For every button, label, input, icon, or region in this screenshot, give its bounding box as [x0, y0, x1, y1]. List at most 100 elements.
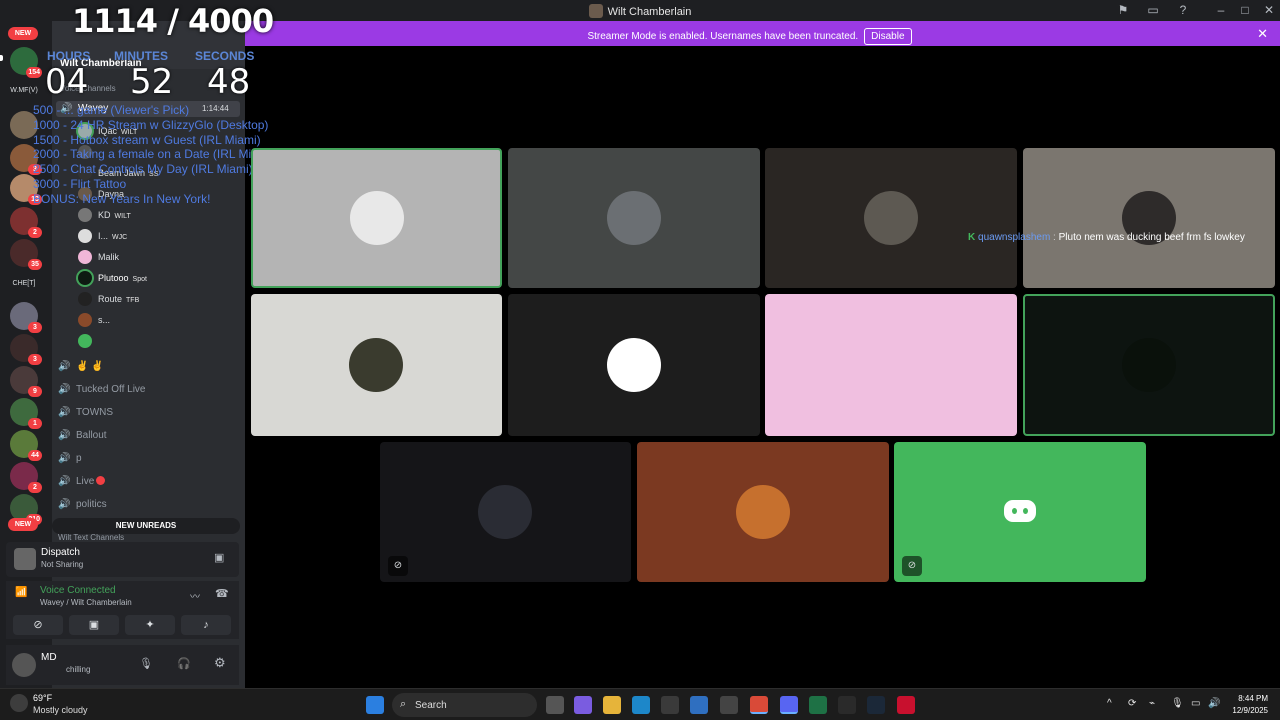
sync-icon[interactable]: ⟳ — [1128, 698, 1136, 709]
video-tile[interactable] — [1023, 148, 1275, 288]
show-hidden-icons-icon[interactable]: ^ — [1107, 698, 1112, 709]
activities-button[interactable]: ✦ — [125, 615, 175, 635]
weather-temp[interactable]: 69°F — [33, 693, 52, 703]
video-tile[interactable] — [1023, 294, 1275, 436]
network-icon[interactable]: ⌁ — [1149, 698, 1155, 709]
server-text-icon[interactable]: CHE[T] — [6, 280, 42, 287]
discord-icon[interactable] — [780, 696, 798, 714]
video-tile[interactable]: ⊘ — [380, 442, 631, 582]
participant-avatar — [478, 485, 532, 539]
soundboard-button[interactable]: ♪ — [181, 615, 231, 635]
voice-channel[interactable]: 🔊 Ballout — [58, 430, 238, 450]
speaker-icon: 🔊 — [58, 407, 71, 418]
disconnect-icon[interactable]: ☎ — [215, 587, 229, 600]
windows-start-icon[interactable] — [366, 696, 384, 714]
headphones-icon[interactable]: 🎧 — [177, 657, 191, 670]
inbox-flag-icon[interactable]: ⚑ — [1116, 3, 1130, 17]
settings-gear-icon[interactable]: ⚙ — [214, 655, 226, 671]
outlook-icon[interactable] — [690, 696, 708, 714]
stream-icon[interactable]: ▣ — [214, 551, 224, 564]
copilot-icon[interactable] — [574, 696, 592, 714]
server-text-icon[interactable]: W.MF(V) — [6, 87, 42, 94]
voice-user[interactable]: KD WILT — [78, 208, 131, 226]
voice-channel[interactable]: 🔊 politics — [58, 499, 238, 519]
obs-icon[interactable] — [720, 696, 738, 714]
file-explorer-icon[interactable] — [603, 696, 621, 714]
new-pill-bottom[interactable]: NEW — [8, 518, 38, 531]
server-icon[interactable]: 3 — [10, 302, 42, 333]
kick-icon[interactable] — [838, 696, 856, 714]
video-tile[interactable] — [765, 294, 1017, 436]
participant-avatar — [864, 191, 918, 245]
voice-user[interactable]: I... WJC — [78, 229, 127, 247]
voice-channel[interactable]: 🔊 TOWNS — [58, 407, 238, 427]
screen-share-icon[interactable]: ▭ — [1146, 3, 1160, 17]
noise-suppression-icon[interactable]: 〰 — [190, 588, 200, 603]
disable-streamer-button[interactable]: Disable — [864, 28, 912, 45]
user-name[interactable]: MD — [41, 652, 57, 663]
server-icon[interactable]: 2 — [10, 207, 42, 238]
voice-location[interactable]: Wavey / Wilt Chamberlain — [40, 598, 132, 607]
voice-user[interactable]: Route TFB — [78, 292, 139, 310]
video-tile[interactable] — [508, 148, 760, 288]
voice-user[interactable]: s... — [78, 313, 110, 331]
video-tile[interactable] — [765, 148, 1017, 288]
speaker-icon: 🔊 — [58, 361, 71, 372]
new-pill-top[interactable]: NEW — [8, 27, 38, 40]
video-tile[interactable]: ⊘ — [894, 442, 1146, 582]
video-tile[interactable] — [251, 294, 502, 436]
volume-icon[interactable]: 🔊 — [1208, 698, 1220, 709]
server-icon[interactable]: 2 — [10, 462, 42, 493]
voice-channel[interactable]: 🔊 ✌️ ✌️ — [58, 361, 238, 381]
task-view-icon[interactable] — [546, 696, 564, 714]
video-tile[interactable] — [508, 294, 760, 436]
clock-date[interactable]: 12/9/2025 — [1224, 706, 1268, 715]
hours-label: HOURS — [47, 49, 91, 63]
microphone-icon[interactable]: 🎙 — [139, 657, 153, 670]
speaker-icon: 🔊 — [58, 430, 71, 441]
server-icon[interactable]: 44 — [10, 430, 42, 461]
chrome-icon[interactable] — [750, 696, 768, 714]
close-banner-icon[interactable]: ✕ — [1257, 26, 1268, 42]
streamer-mode-banner: Streamer Mode is enabled. Usernames have… — [245, 21, 1280, 46]
close-window-icon[interactable]: ✕ — [1262, 3, 1276, 17]
camera-button[interactable]: ⊘ — [13, 615, 63, 635]
seconds-label: SECONDS — [195, 49, 255, 63]
help-icon[interactable]: ? — [1176, 3, 1190, 17]
chat-text: Pluto nem was ducking beef frm fs lowkey — [1058, 232, 1245, 243]
user-status[interactable]: chilling — [66, 665, 90, 674]
taskbar-search[interactable]: ⌕ Search — [392, 693, 537, 717]
display-icon[interactable]: ▭ — [1191, 698, 1200, 709]
store-icon[interactable] — [661, 696, 679, 714]
steam-icon[interactable] — [867, 696, 885, 714]
new-unreads-pill[interactable]: NEW UNREADS — [52, 518, 240, 534]
server-icon[interactable]: 35 — [10, 239, 42, 270]
voice-user[interactable]: Malik — [78, 250, 119, 268]
voice-channel[interactable]: 🔊 Tucked Off Live — [58, 384, 238, 404]
edge-icon[interactable] — [632, 696, 650, 714]
share-screen-button[interactable]: ▣ — [69, 615, 119, 635]
avatar[interactable] — [12, 653, 36, 677]
server-icon[interactable]: 1 — [10, 398, 42, 429]
server-icon[interactable]: 154 — [10, 47, 42, 78]
video-tile[interactable] — [637, 442, 889, 582]
weather-icon[interactable] — [10, 694, 28, 712]
minimize-icon[interactable]: – — [1214, 3, 1228, 17]
clock-time[interactable]: 8:44 PM — [1230, 694, 1268, 703]
excel-icon[interactable] — [809, 696, 827, 714]
acrobat-icon[interactable] — [897, 696, 915, 714]
participant-avatar — [1122, 338, 1176, 392]
server-icon[interactable]: 3 — [10, 334, 42, 365]
voice-channel[interactable]: 🔊 p — [58, 453, 238, 473]
text-category-label[interactable]: Wilt Text Channels — [58, 533, 124, 542]
server-icon[interactable]: 9 — [10, 366, 42, 397]
voice-connected-panel: 📶 Voice Connected Wavey / Wilt Chamberla… — [6, 581, 239, 639]
weather-desc[interactable]: Mostly cloudy — [33, 705, 88, 715]
video-tile[interactable] — [251, 148, 502, 288]
voice-user[interactable]: Plutooo Spot — [78, 271, 147, 289]
voice-user[interactable] — [78, 334, 98, 352]
mic-tray-icon[interactable]: 🎙 — [1171, 698, 1184, 709]
voice-channel[interactable]: 🔊 Live — [58, 476, 238, 496]
maximize-icon[interactable]: □ — [1238, 3, 1252, 17]
voice-status[interactable]: Voice Connected — [40, 585, 116, 596]
